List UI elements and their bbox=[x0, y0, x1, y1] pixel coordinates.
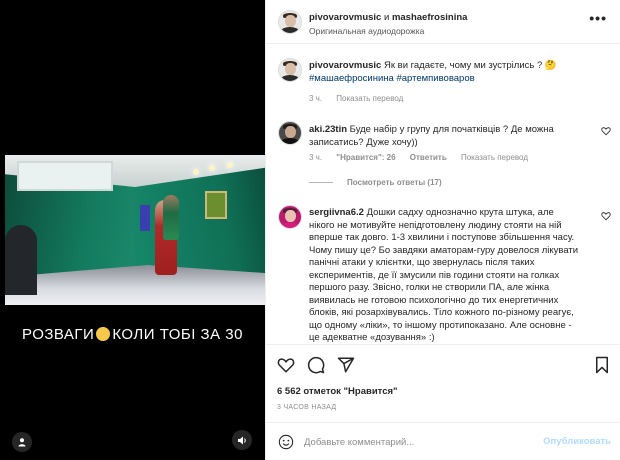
video-frame[interactable] bbox=[5, 155, 265, 305]
caption-time: 3 ч. bbox=[309, 94, 323, 103]
heart-icon[interactable] bbox=[601, 126, 611, 136]
emoji-icon[interactable] bbox=[278, 434, 294, 450]
likes-count[interactable]: 6 562 отметок "Нравится" bbox=[277, 386, 398, 397]
post-details-panel: pivovarovmusic и mashaefrosinina Оригина… bbox=[265, 0, 620, 460]
save-button[interactable] bbox=[591, 354, 613, 376]
mute-button[interactable] bbox=[232, 430, 252, 450]
paper-plane-icon bbox=[337, 357, 355, 373]
video-caption: РОЗВАГИ КОЛИ ТОБІ ЗА 30 bbox=[0, 326, 265, 343]
scene-lamp bbox=[227, 162, 233, 168]
smiling-face-icon bbox=[96, 327, 111, 341]
user-icon bbox=[18, 438, 26, 447]
user-tag-button[interactable] bbox=[12, 432, 32, 452]
show-translation-link[interactable]: Показать перевод bbox=[336, 94, 403, 103]
author-joiner: и bbox=[383, 12, 390, 23]
avatar[interactable] bbox=[278, 10, 302, 34]
speaker-icon bbox=[237, 436, 246, 444]
scene-lamp bbox=[209, 165, 215, 171]
bookmark-icon bbox=[596, 356, 608, 374]
publish-button[interactable]: Опубликовать bbox=[543, 436, 611, 447]
reply-button[interactable]: Ответить bbox=[410, 153, 447, 162]
comment-username[interactable]: sergiivna6.2 bbox=[309, 207, 364, 218]
post-header: pivovarovmusic и mashaefrosinina Оригина… bbox=[266, 0, 620, 44]
caption-right: КОЛИ ТОБІ ЗА 30 bbox=[112, 326, 243, 343]
scene-picture bbox=[205, 191, 227, 219]
view-replies-button[interactable]: Посмотреть ответы (17) bbox=[309, 178, 442, 187]
scene-board bbox=[140, 205, 150, 231]
heart-icon[interactable] bbox=[601, 211, 611, 221]
post-timestamp: 3 ЧАСОВ НАЗАД bbox=[277, 404, 337, 411]
post-media[interactable]: РОЗВАГИ КОЛИ ТОБІ ЗА 30 bbox=[0, 0, 265, 460]
like-button[interactable] bbox=[275, 354, 297, 376]
scene-screen bbox=[17, 161, 113, 191]
comment-meta: 3 ч. "Нравится": 26 Ответить Показать пе… bbox=[309, 153, 540, 162]
comments-list[interactable]: pivovarovmusic Як ви гадаєте, чому ми зу… bbox=[266, 45, 620, 345]
caption-hashtags[interactable]: #машаефросинина #артемпивоваров bbox=[309, 73, 475, 84]
caption-left: РОЗВАГИ bbox=[22, 326, 95, 343]
comment-input[interactable] bbox=[304, 432, 534, 452]
avatar[interactable] bbox=[278, 121, 302, 145]
avatar[interactable] bbox=[278, 58, 302, 82]
comment-username[interactable]: aki.23tin bbox=[309, 124, 347, 135]
comment-icon bbox=[307, 356, 325, 374]
comment-text: Дошки садху однозначно крута штука, але … bbox=[309, 207, 579, 343]
post-caption: pivovarovmusic Як ви гадаєте, чому ми зу… bbox=[309, 60, 607, 85]
post-authors: pivovarovmusic и mashaefrosinina bbox=[309, 12, 467, 23]
post-actions bbox=[266, 350, 620, 380]
comment-item: sergiivna6.2 Дошки садху однозначно крут… bbox=[309, 207, 579, 344]
share-button[interactable] bbox=[335, 354, 357, 376]
caption-username[interactable]: pivovarovmusic bbox=[309, 60, 381, 71]
author-link[interactable]: pivovarovmusic bbox=[309, 12, 381, 23]
view-replies-label: Посмотреть ответы (17) bbox=[347, 178, 442, 187]
scene-lamp bbox=[193, 169, 199, 175]
comment-likes-count[interactable]: "Нравится": 26 bbox=[336, 153, 395, 162]
caption-meta: 3 ч. Показать перевод bbox=[309, 94, 415, 103]
heart-icon bbox=[277, 358, 295, 373]
show-translation-link[interactable]: Показать перевод bbox=[461, 153, 528, 162]
scene-chair bbox=[5, 225, 37, 295]
comment-time: 3 ч. bbox=[309, 153, 323, 162]
comment-button[interactable] bbox=[305, 354, 327, 376]
more-options-button[interactable]: ••• bbox=[589, 10, 607, 26]
scene-person bbox=[163, 195, 179, 240]
caption-text: Як ви гадаєте, чому ми зустрілись ? 🤔 bbox=[383, 60, 557, 71]
replies-divider bbox=[309, 182, 333, 184]
avatar[interactable] bbox=[278, 205, 302, 229]
add-comment-bar: Опубликовать bbox=[266, 422, 620, 460]
audio-track-link[interactable]: Оригинальная аудиодорожка bbox=[309, 26, 424, 36]
author-link[interactable]: mashaefrosinina bbox=[392, 12, 468, 23]
comment-item: aki.23tin Буде набір у групу для початкі… bbox=[309, 124, 569, 149]
